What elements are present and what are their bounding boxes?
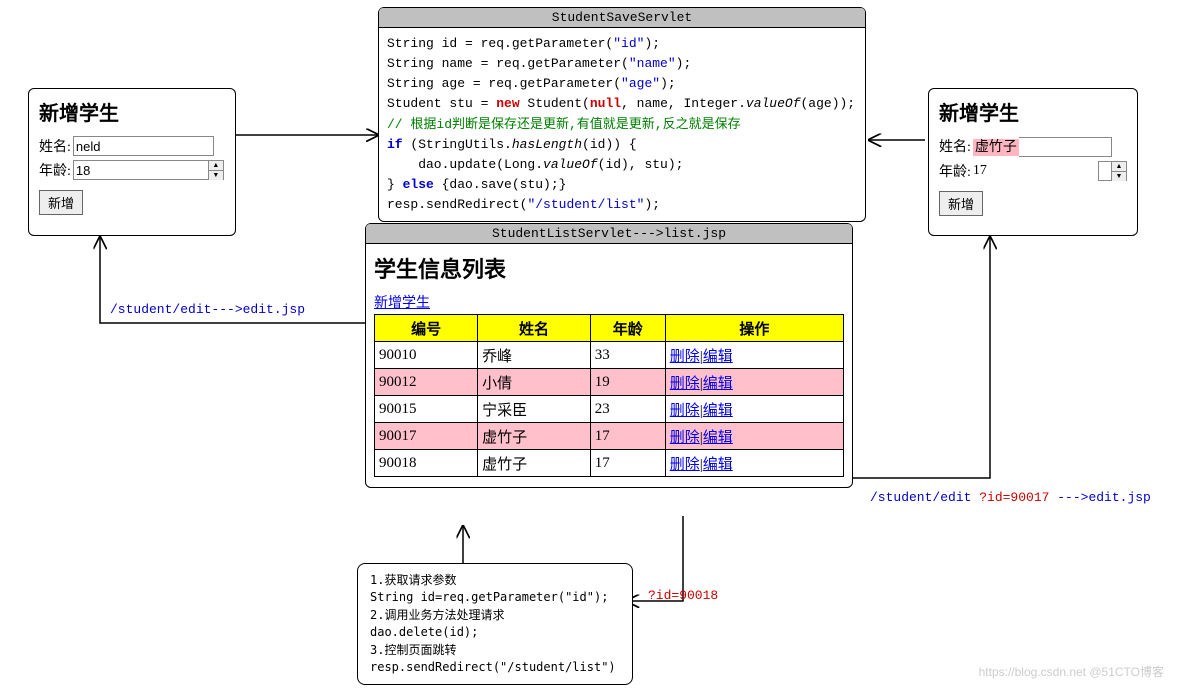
table-row: 90015宁采臣23删除|编辑: [375, 396, 844, 423]
table-row: 90017虚竹子17删除|编辑: [375, 423, 844, 450]
col-header: 姓名: [478, 315, 591, 342]
cell-name: 小倩: [478, 369, 591, 396]
delete-link[interactable]: 删除: [670, 376, 700, 392]
input-age-left[interactable]: ▲▼: [73, 160, 224, 180]
submit-button-right[interactable]: 新增: [939, 191, 983, 216]
table-row: 90012小倩19删除|编辑: [375, 369, 844, 396]
cell-name: 宁采臣: [478, 396, 591, 423]
save-servlet-panel: StudentSaveServlet String id = req.getPa…: [378, 7, 866, 222]
label-name-r: 姓名:: [939, 136, 971, 156]
label-left-path: /student/edit--->edit.jsp: [110, 302, 305, 317]
table-row: 90010乔峰33删除|编辑: [375, 342, 844, 369]
table-row: 90018虚竹子17删除|编辑: [375, 450, 844, 477]
row-age-r: 年龄: 17 ▲▼: [939, 161, 1127, 181]
cell-name: 乔峰: [478, 342, 591, 369]
cell-age: 17: [590, 450, 665, 477]
edit-link[interactable]: 编辑: [703, 457, 733, 473]
cell-age: 23: [590, 396, 665, 423]
form-left-title: 新增学生: [39, 97, 225, 126]
edit-link[interactable]: 编辑: [703, 430, 733, 446]
form-add-right: 新增学生 姓名: 虚竹子 年龄: 17 ▲▼ 新增: [928, 88, 1138, 236]
input-name-left[interactable]: [73, 136, 214, 156]
list-heading: 学生信息列表: [374, 252, 844, 284]
input-age-right[interactable]: ▲▼: [1098, 161, 1127, 181]
label-age-r: 年龄:: [939, 161, 971, 181]
student-table: 编号姓名年龄操作 90010乔峰33删除|编辑90012小倩19删除|编辑900…: [374, 314, 844, 477]
label-right-path: /student/edit ?id=90017 --->edit.jsp: [870, 490, 1151, 505]
cell-age: 19: [590, 369, 665, 396]
label-id-param: ?id=90018: [648, 588, 718, 603]
list-servlet-panel: StudentListServlet--->list.jsp 学生信息列表 新增…: [365, 223, 853, 488]
cell-id: 90010: [375, 342, 478, 369]
cell-ops: 删除|编辑: [665, 423, 843, 450]
cell-name: 虚竹子: [478, 423, 591, 450]
col-header: 年龄: [590, 315, 665, 342]
label-name: 姓名:: [39, 136, 71, 156]
cell-age: 33: [590, 342, 665, 369]
edit-link[interactable]: 编辑: [703, 376, 733, 392]
delete-link[interactable]: 删除: [670, 349, 700, 365]
cell-age: 17: [590, 423, 665, 450]
row-age: 年龄: ▲▼: [39, 160, 225, 180]
row-name-r: 姓名: 虚竹子: [939, 136, 1127, 157]
label-age: 年龄:: [39, 160, 71, 180]
age-value-r: 17: [973, 163, 987, 179]
input-name-right[interactable]: 虚竹子: [973, 139, 1019, 156]
cell-id: 90017: [375, 423, 478, 450]
cell-id: 90012: [375, 369, 478, 396]
col-header: 编号: [375, 315, 478, 342]
save-servlet-code: String id = req.getParameter("id"); Stri…: [379, 28, 865, 221]
save-servlet-header: StudentSaveServlet: [379, 8, 865, 28]
cell-id: 90015: [375, 396, 478, 423]
form-add-left: 新增学生 姓名: 年龄: ▲▼ 新增: [28, 88, 236, 236]
delete-link[interactable]: 删除: [670, 430, 700, 446]
edit-link[interactable]: 编辑: [703, 403, 733, 419]
watermark: https://blog.csdn.net @51CTO博客: [979, 663, 1164, 680]
delete-link[interactable]: 删除: [670, 457, 700, 473]
form-right-title: 新增学生: [939, 97, 1127, 126]
cell-ops: 删除|编辑: [665, 450, 843, 477]
edit-link[interactable]: 编辑: [703, 349, 733, 365]
delete-steps-note: 1.获取请求参数 String id=req.getParameter("id"…: [357, 563, 633, 685]
row-name: 姓名:: [39, 136, 225, 156]
cell-ops: 删除|编辑: [665, 342, 843, 369]
cell-ops: 删除|编辑: [665, 369, 843, 396]
submit-button-left[interactable]: 新增: [39, 190, 83, 215]
cell-name: 虚竹子: [478, 450, 591, 477]
list-servlet-header: StudentListServlet--->list.jsp: [366, 224, 852, 244]
cell-ops: 删除|编辑: [665, 396, 843, 423]
col-header: 操作: [665, 315, 843, 342]
add-student-link[interactable]: 新增学生: [374, 296, 430, 311]
cell-id: 90018: [375, 450, 478, 477]
delete-link[interactable]: 删除: [670, 403, 700, 419]
